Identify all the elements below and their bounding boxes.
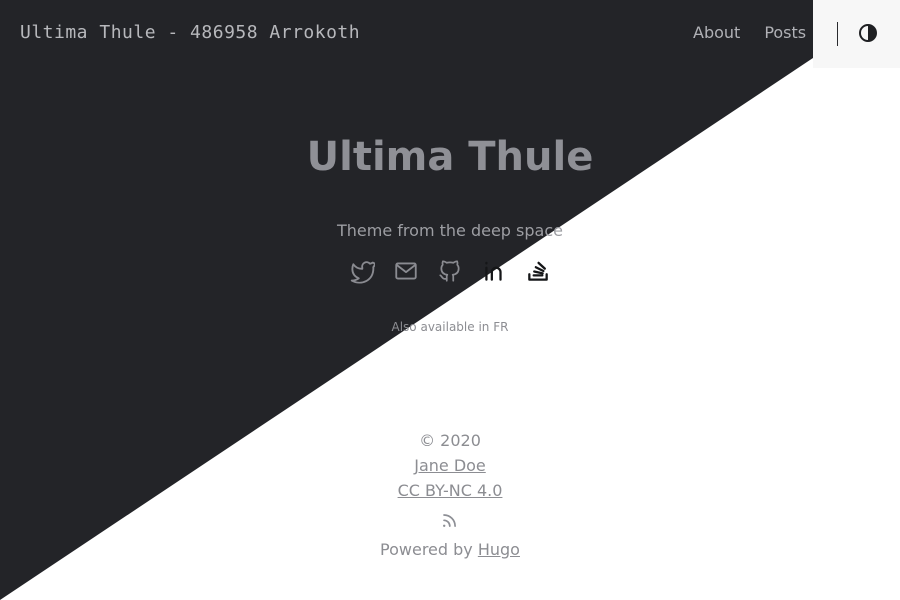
site-footer: © 2020 Jane Doe CC BY-NC 4.0 Powered by … [0,428,900,562]
theme-toggle-panel [813,0,900,68]
main-content: Ultima Thule Theme from the deep space A… [0,0,900,600]
language-prefix: Also available in [391,320,490,334]
rss-icon [443,514,456,527]
powered-by-prefix: Powered by [380,540,473,559]
social-links [349,258,551,284]
license-link[interactable]: CC BY-NC 4.0 [398,481,503,500]
github-icon [439,260,460,282]
twitter-icon [350,261,375,284]
site-title-link[interactable]: Ultima Thule - 486958 Arrokoth [20,22,360,43]
nav-about-link[interactable]: About [693,23,740,42]
stackoverflow-link[interactable] [525,258,551,284]
email-link[interactable] [393,258,419,284]
page-title: Ultima Thule [306,134,594,180]
nav-posts-link[interactable]: Posts [764,23,806,42]
navigation-divider [837,22,838,46]
powered-by-line: Powered by Hugo [0,537,900,562]
hugo-link[interactable]: Hugo [478,540,520,559]
twitter-link[interactable] [349,258,375,284]
main-navigation: About Posts [693,23,806,42]
author-link[interactable]: Jane Doe [414,456,486,475]
contrast-icon[interactable] [858,23,878,43]
linkedin-link[interactable] [481,258,507,284]
site-subtitle: Theme from the deep space [337,221,563,240]
language-switcher: Also available in FR [0,320,900,334]
stackoverflow-icon [528,261,548,281]
linkedin-icon [485,261,502,281]
site-header: Ultima Thule - 486958 Arrokoth About Pos… [0,0,900,68]
mail-icon [395,262,417,280]
french-language-link[interactable]: FR [493,320,508,334]
github-link[interactable] [437,258,463,284]
copyright-year: © 2020 [419,431,481,450]
rss-feed-link[interactable] [0,503,900,537]
